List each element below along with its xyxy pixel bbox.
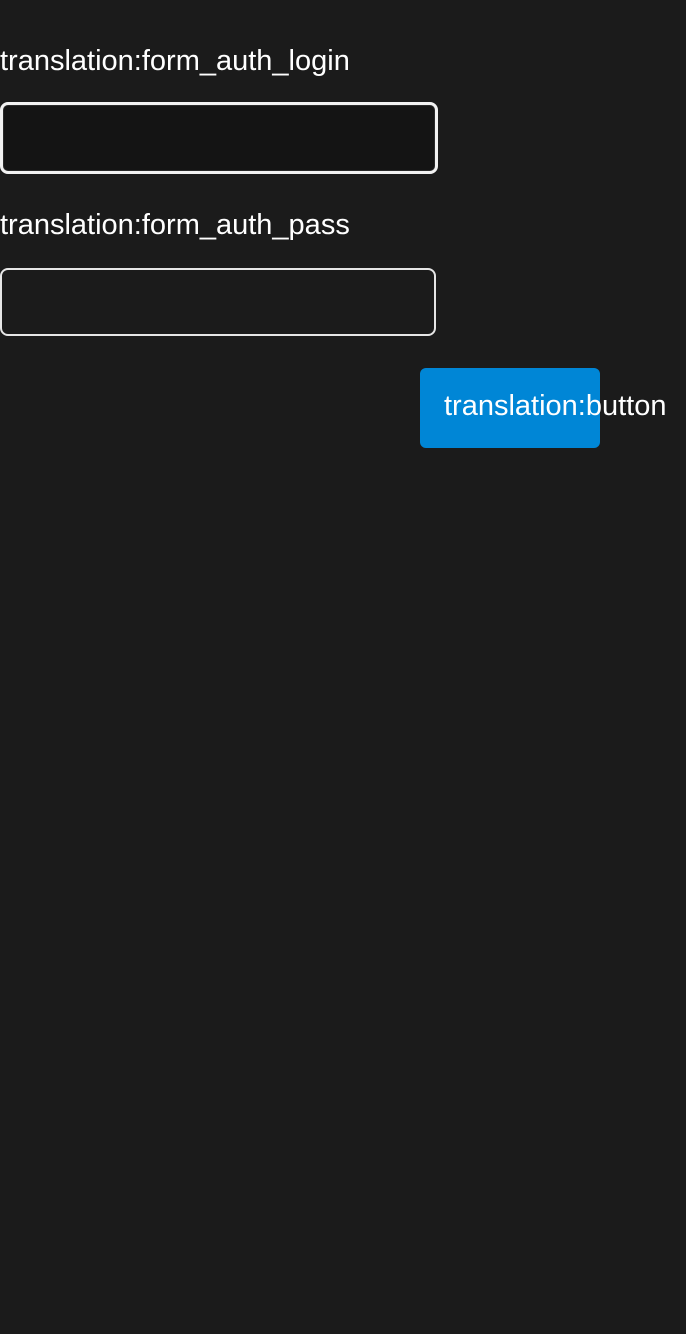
password-input[interactable]	[0, 268, 436, 336]
password-label: translation:form_auth_pass	[0, 209, 350, 241]
login-form: translation:form_auth_login translation:…	[0, 0, 686, 1334]
submit-button[interactable]: translation:button	[420, 368, 666, 448]
login-input[interactable]	[0, 102, 438, 174]
submit-button-label: translation:button	[444, 390, 667, 422]
login-label: translation:form_auth_login	[0, 45, 350, 77]
